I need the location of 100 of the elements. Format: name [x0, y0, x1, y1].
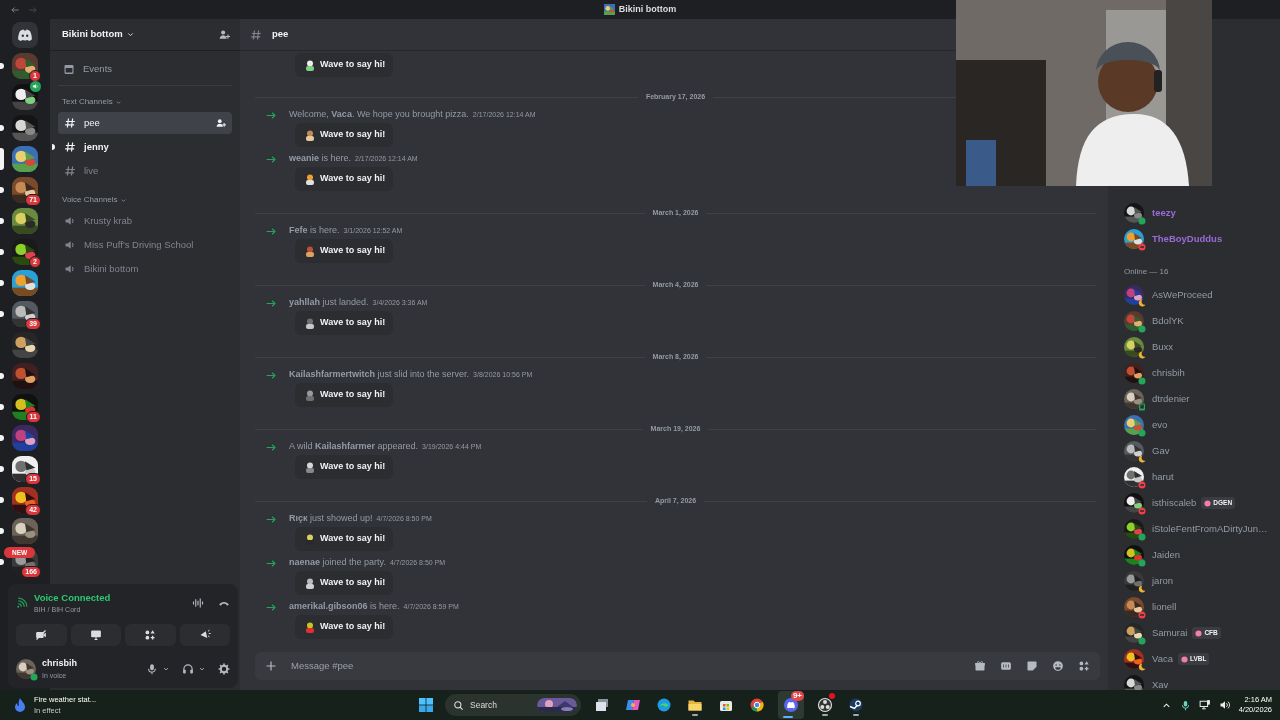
- category-label[interactable]: Voice Channels: [62, 194, 118, 207]
- member-name[interactable]: AsWeProceed: [1152, 287, 1213, 303]
- wave-button[interactable]: Wave to say hi!: [295, 123, 394, 147]
- join-message: amerikal.gibson06 is here.: [289, 600, 400, 614]
- soundboard-button[interactable]: [179, 623, 230, 646]
- member-name[interactable]: BdolYK: [1152, 313, 1184, 329]
- wave-button[interactable]: Wave to say hi!: [295, 53, 394, 77]
- camera-off-icon: [35, 628, 48, 641]
- search-box[interactable]: Search: [445, 694, 581, 716]
- join-message: Welcome, Vaca. We hope you brought pizza.: [289, 108, 469, 122]
- wave-button[interactable]: Wave to say hi!: [295, 239, 394, 263]
- gift-icon[interactable]: [974, 660, 986, 672]
- arrow-icon: [266, 557, 277, 569]
- hash-icon: [64, 165, 76, 178]
- microphone-icon[interactable]: [146, 663, 158, 675]
- voice-status[interactable]: Voice Connected: [34, 591, 111, 606]
- member-name[interactable]: teezy: [1152, 205, 1176, 221]
- channel-item[interactable]: Krusty krab: [58, 210, 232, 233]
- channel-item[interactable]: Bikini bottom: [58, 258, 232, 281]
- chevron-down-icon[interactable]: [125, 30, 135, 39]
- member-name[interactable]: Samurai: [1152, 625, 1188, 641]
- wave-button[interactable]: Wave to say hi!: [295, 383, 394, 407]
- member-name[interactable]: lionell: [1152, 599, 1177, 615]
- member-name[interactable]: Xav: [1152, 677, 1169, 690]
- arrow-icon: [266, 601, 277, 613]
- start-icon[interactable]: [418, 697, 434, 713]
- arrow-icon: [266, 225, 277, 237]
- member-name[interactable]: dtrdenier: [1152, 391, 1190, 407]
- hash-icon: [250, 28, 262, 41]
- apps-icon[interactable]: [1078, 660, 1090, 672]
- sticker-icon: [305, 621, 315, 633]
- member-name[interactable]: iStoleFentFromADirtyJun…: [1152, 521, 1268, 537]
- taskbar-app[interactable]: [815, 693, 835, 717]
- wave-button[interactable]: Wave to say hi!: [295, 615, 394, 639]
- window-title: Bikini bottom: [618, 2, 677, 16]
- emoji-icon[interactable]: [1052, 660, 1064, 672]
- chevron-down-icon[interactable]: [162, 665, 170, 673]
- waveform-icon[interactable]: [192, 597, 204, 610]
- taskbar-app[interactable]: 9+: [778, 691, 804, 719]
- arrow-icon: [266, 513, 277, 525]
- volume-icon[interactable]: [1218, 699, 1231, 711]
- wave-button[interactable]: Wave to say hi!: [295, 455, 394, 479]
- member-name[interactable]: chrisbih: [1152, 365, 1185, 381]
- camera-off-button[interactable]: [16, 623, 67, 646]
- network-icon[interactable]: [1198, 699, 1211, 711]
- wave-button[interactable]: Wave to say hi!: [295, 527, 394, 551]
- member-name[interactable]: Gav: [1152, 443, 1170, 459]
- home-button[interactable]: [12, 22, 38, 48]
- join-message: yahllah just landed.: [289, 296, 369, 310]
- speaker-icon: [64, 239, 76, 252]
- channel-item[interactable]: jenny: [58, 136, 232, 159]
- category-label[interactable]: Text Channels: [62, 96, 113, 109]
- member-name[interactable]: Buxx: [1152, 339, 1174, 355]
- back-icon[interactable]: [10, 4, 20, 15]
- arrow-icon: [266, 297, 277, 309]
- plus-icon[interactable]: [265, 660, 277, 672]
- settings-icon[interactable]: [218, 663, 230, 675]
- sticker-icon: [305, 129, 315, 141]
- sticker-icon[interactable]: [1026, 660, 1038, 672]
- chat-logo-icon: [17, 27, 33, 43]
- headphones-icon[interactable]: [182, 663, 194, 675]
- server-name[interactable]: Bikini bottom: [62, 27, 123, 42]
- events-link[interactable]: Events: [83, 62, 113, 77]
- member-name[interactable]: harut: [1152, 469, 1174, 485]
- member-name[interactable]: Vaca: [1152, 651, 1173, 667]
- search-field[interactable]: Search: [470, 698, 531, 712]
- sticker-icon: [305, 317, 315, 329]
- add-person-icon[interactable]: [216, 118, 226, 129]
- member-name[interactable]: isthiscaleb: [1152, 495, 1197, 511]
- signal-icon: [16, 597, 28, 610]
- member-name[interactable]: Jaiden: [1152, 547, 1180, 563]
- channel-item[interactable]: Miss Puff's Driving School: [58, 234, 232, 257]
- channel-name: pee: [84, 116, 100, 131]
- wave-button[interactable]: Wave to say hi!: [295, 571, 394, 595]
- notification-count: 9+: [790, 691, 804, 701]
- member-name[interactable]: evo: [1152, 417, 1168, 433]
- flame-icon[interactable]: [12, 697, 28, 713]
- wave-button[interactable]: Wave to say hi!: [295, 311, 394, 335]
- channel-item[interactable]: live: [58, 160, 232, 183]
- arrow-icon: [266, 369, 277, 381]
- wave-button[interactable]: Wave to say hi!: [295, 167, 394, 191]
- sticker-icon: [305, 577, 315, 589]
- username[interactable]: chrisbih: [42, 657, 77, 671]
- screen-share-button[interactable]: [70, 623, 121, 646]
- gif-icon[interactable]: [1000, 660, 1012, 672]
- member-name[interactable]: TheBoyDuddus: [1152, 231, 1223, 247]
- message-field[interactable]: Message #pee: [291, 658, 960, 674]
- recorder-icon: [817, 697, 833, 713]
- activities-button[interactable]: [125, 623, 176, 646]
- channel-item[interactable]: pee: [58, 112, 232, 135]
- search-icon: [453, 699, 464, 711]
- microphone-icon[interactable]: [1179, 699, 1191, 711]
- member-name[interactable]: jaron: [1152, 573, 1174, 589]
- add-person-icon[interactable]: [219, 29, 230, 40]
- chevron-down-icon[interactable]: [198, 665, 206, 673]
- monitor-icon: [89, 628, 102, 641]
- arrow-icon: [266, 109, 277, 121]
- online-status-icon: [30, 673, 38, 681]
- channel-name: Miss Puff's Driving School: [84, 238, 194, 253]
- message-composer[interactable]: Message #pee: [255, 652, 1100, 680]
